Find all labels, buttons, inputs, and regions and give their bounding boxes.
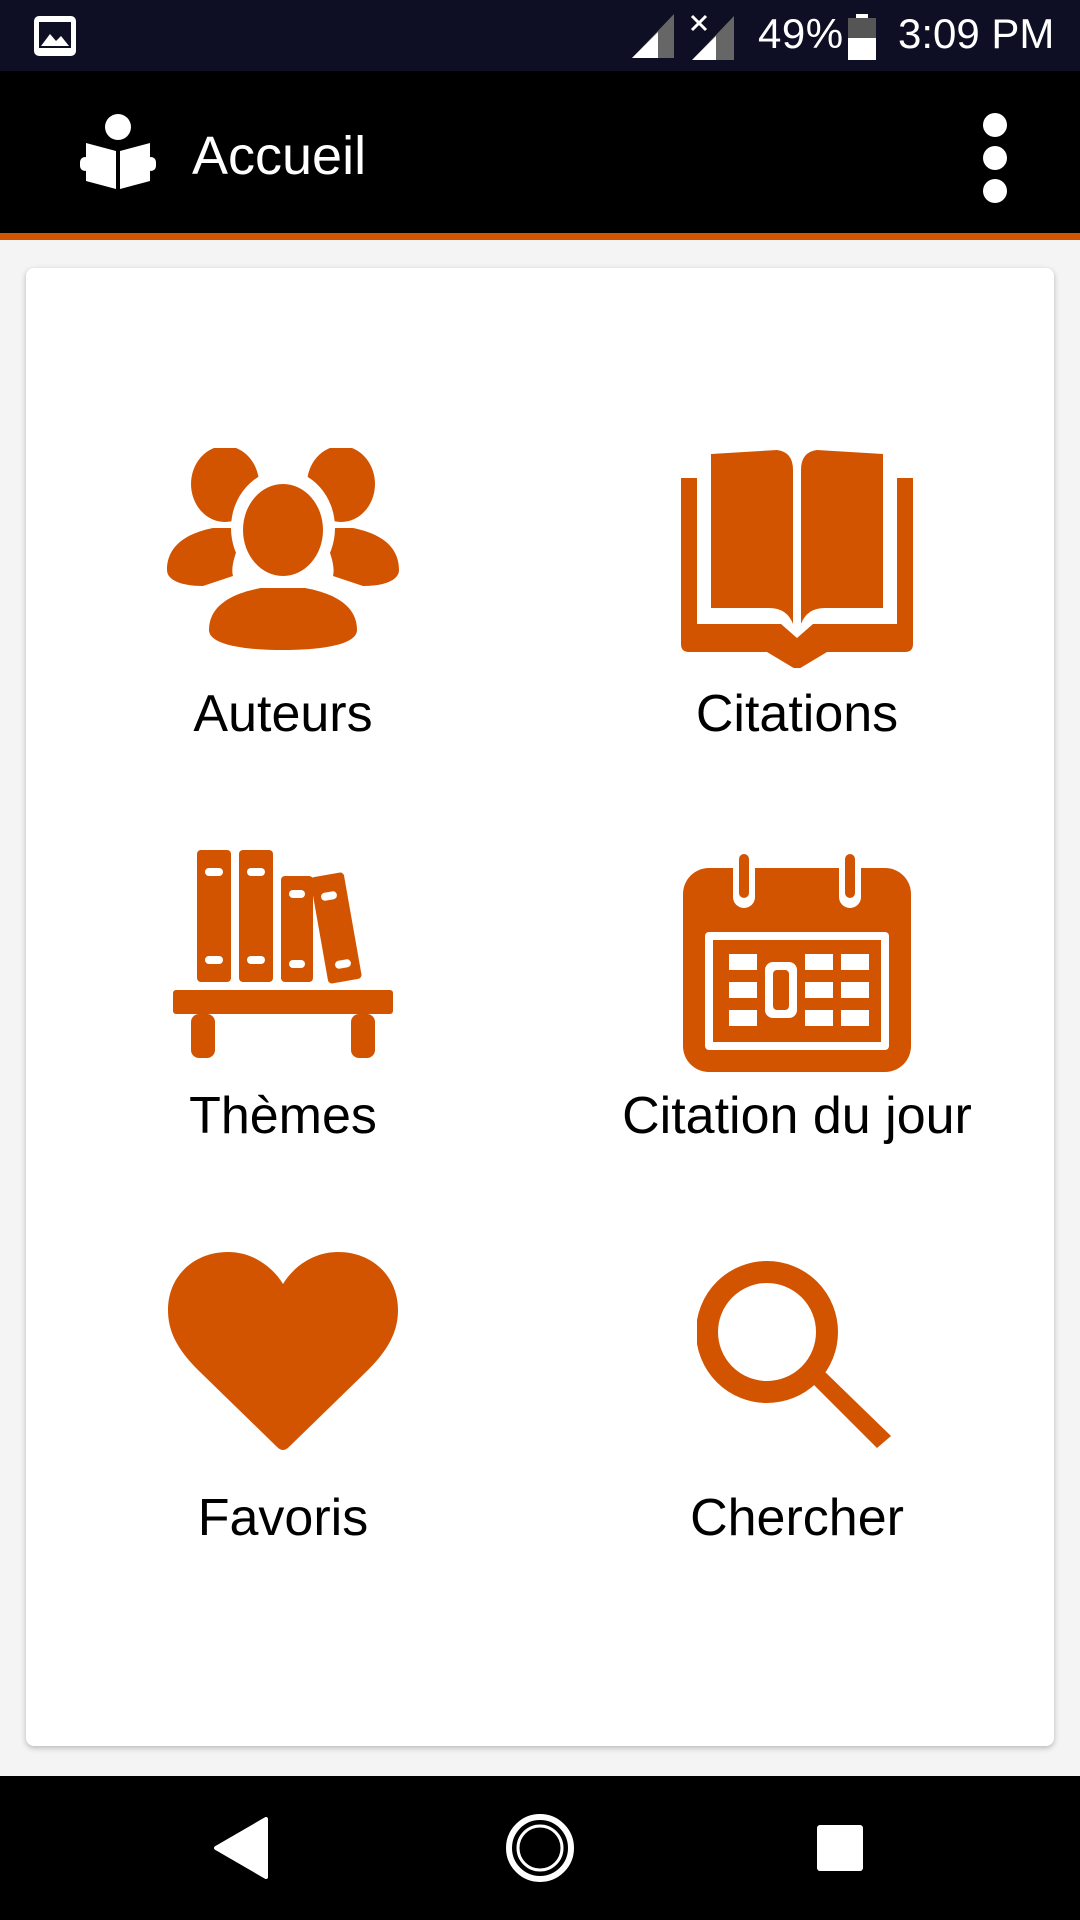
menu-label: Citations — [695, 685, 899, 743]
bookshelf-icon — [173, 850, 393, 1058]
more-vert-icon[interactable] — [970, 111, 1020, 205]
signal-icon — [632, 14, 674, 58]
signal-no-service-icon — [690, 14, 734, 60]
app-bar: Accueil — [0, 71, 1080, 240]
home-button[interactable] — [470, 1776, 610, 1920]
menu-item-citation-du-jour[interactable]: Citation du jour — [540, 850, 1054, 1250]
home-icon — [506, 1814, 574, 1882]
back-icon — [214, 1817, 268, 1879]
menu-label: Citation du jour — [622, 1087, 972, 1145]
page-title: Accueil — [192, 126, 367, 186]
menu-item-themes[interactable]: Thèmes — [26, 850, 540, 1250]
clock: 3:09 PM — [898, 10, 1055, 57]
open-book-icon — [681, 450, 913, 668]
menu-label: Thèmes — [189, 1087, 377, 1145]
menu-item-citations[interactable]: Citations — [540, 448, 1054, 848]
menu-item-chercher[interactable]: Chercher — [540, 1252, 1054, 1652]
menu-label: Favoris — [197, 1489, 369, 1547]
menu-item-auteurs[interactable]: Auteurs — [26, 448, 540, 848]
heart-icon — [168, 1252, 398, 1450]
back-button[interactable] — [170, 1776, 310, 1920]
search-icon — [697, 1261, 891, 1448]
battery-percent: 49% — [758, 10, 844, 57]
users-icon — [167, 448, 399, 658]
recents-icon — [817, 1825, 863, 1871]
status-bar: 49% 3:09 PM — [0, 0, 1080, 71]
reading-person-icon — [80, 114, 156, 189]
menu-item-favoris[interactable]: Favoris — [26, 1252, 540, 1652]
gallery-icon — [34, 16, 76, 56]
battery-icon — [848, 14, 876, 60]
calendar-icon — [683, 850, 911, 1072]
recents-button[interactable] — [770, 1776, 910, 1920]
menu-label: Auteurs — [193, 685, 373, 743]
menu-label: Chercher — [690, 1489, 904, 1547]
system-nav-bar — [0, 1776, 1080, 1920]
menu-card: Auteurs Citations Thèmes Citation du jou… — [26, 268, 1054, 1746]
accent-divider — [0, 233, 1080, 240]
